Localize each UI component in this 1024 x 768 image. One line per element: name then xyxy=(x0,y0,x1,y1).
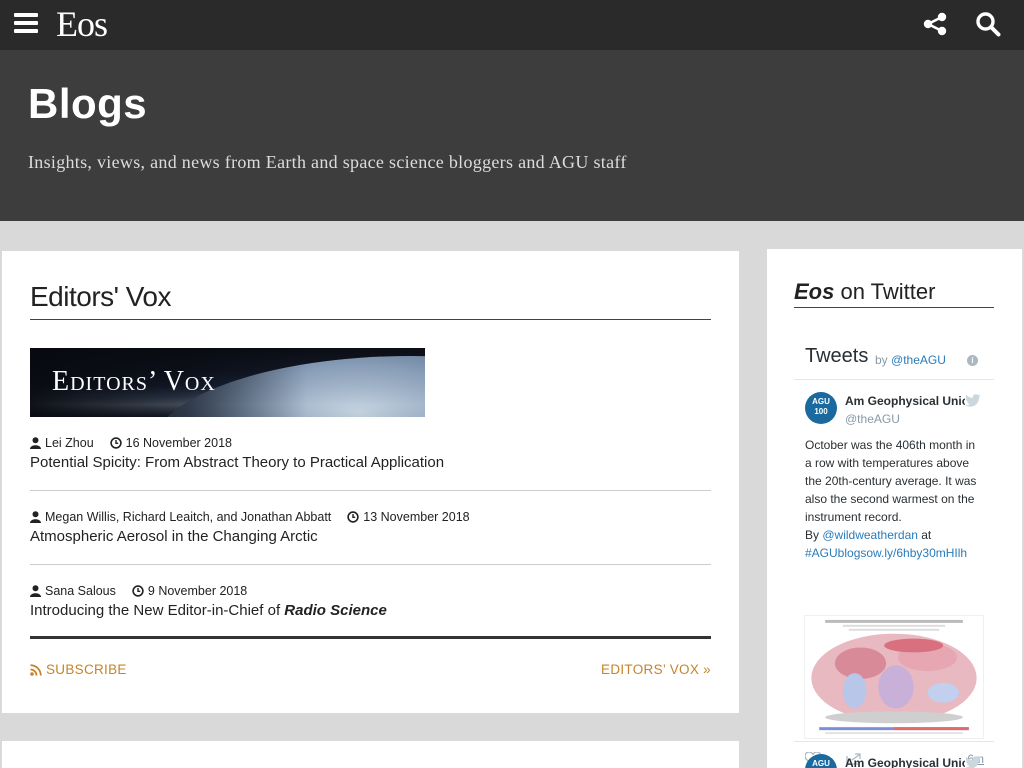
page-subtitle: Insights, views, and news from Earth and… xyxy=(28,152,627,172)
tweet-at-text: at xyxy=(917,528,932,542)
tweet-author-name[interactable]: Am Geophysical Union xyxy=(845,394,965,408)
temperature-anomaly-map-image[interactable] xyxy=(804,615,984,739)
post-item: Lei Zhou 16 November 2018 Potential Spic… xyxy=(30,434,711,471)
tweet: AGU 100 Am Geophysical Union xyxy=(794,742,994,768)
blog-title[interactable]: Editors' Vox xyxy=(30,281,171,313)
search-icon[interactable] xyxy=(975,11,1001,37)
post-author[interactable]: Lei Zhou xyxy=(45,436,94,450)
post-title[interactable]: Potential Spicity: From Abstract Theory … xyxy=(30,454,711,471)
info-icon[interactable]: i xyxy=(967,355,978,366)
avatar[interactable]: AGU 100 xyxy=(805,392,837,424)
tweet-by-text: By xyxy=(805,528,823,542)
blog-card: Editors' Vox Editors’ Vox Lei Zhou 16 No… xyxy=(2,251,739,713)
subscribe-link[interactable]: SUBSCRIBE xyxy=(30,662,127,677)
tweet: AGU 100 Am Geophysical Union @theAGU Oct… xyxy=(794,380,994,766)
page-title: Blogs xyxy=(28,80,148,127)
page-header: Blogs Insights, views, and news from Ear… xyxy=(0,50,1024,221)
post-author[interactable]: Megan Willis, Richard Leaitch, and Jonat… xyxy=(45,510,331,524)
post-date: 16 November 2018 xyxy=(125,436,232,450)
post-title[interactable]: Atmospheric Aerosol in the Changing Arct… xyxy=(30,528,711,545)
subscribe-label: SUBSCRIBE xyxy=(46,662,127,677)
post-title-emphasis: Radio Science xyxy=(284,602,387,619)
heading-rest: on Twitter xyxy=(834,279,936,304)
tweet-author-handle[interactable]: @theAGU xyxy=(845,412,900,426)
post-date: 13 November 2018 xyxy=(363,510,470,524)
tweet-mention-link[interactable]: @wildweatherdan xyxy=(822,528,918,542)
timeline-header: Tweets by @theAGU i xyxy=(794,337,994,380)
share-icon[interactable] xyxy=(922,12,948,36)
tweet-body-text: October was the 406th month in a row wit… xyxy=(805,438,977,524)
post-divider xyxy=(30,564,711,565)
banner-text: Editors’ Vox xyxy=(52,366,216,397)
user-icon xyxy=(30,511,41,523)
blog-banner[interactable]: Editors’ Vox xyxy=(30,348,425,417)
tweet-text: October was the 406th month in a row wit… xyxy=(805,436,985,562)
eos-logo[interactable]: Eos xyxy=(56,3,108,45)
clock-icon xyxy=(109,437,122,449)
heading-emphasis: Eos xyxy=(794,279,835,304)
top-navigation-bar: Eos xyxy=(0,0,1024,50)
post-divider xyxy=(30,490,711,491)
user-icon xyxy=(30,437,41,449)
timeline-handle-link[interactable]: @theAGU xyxy=(891,353,946,367)
twitter-bird-icon[interactable] xyxy=(964,756,982,768)
timeline-by: by @theAGU xyxy=(875,353,946,367)
hamburger-menu-icon[interactable] xyxy=(14,13,38,33)
post-title-text: Introducing the New Editor-in-Chief of xyxy=(30,602,285,619)
post-title[interactable]: Introducing the New Editor-in-Chief of R… xyxy=(30,602,711,619)
heading-divider xyxy=(794,307,994,308)
twitter-heading: Eos on Twitter xyxy=(794,279,935,305)
post-author[interactable]: Sana Salous xyxy=(45,584,116,598)
title-divider xyxy=(30,319,711,320)
editors-vox-more-link[interactable]: EDITORS’ VOX » xyxy=(601,662,711,677)
rss-icon xyxy=(30,663,42,676)
section-divider xyxy=(30,636,711,639)
twitter-timeline: Tweets by @theAGU i AGU 100 Am Geophysic… xyxy=(794,337,994,768)
timeline-title: Tweets xyxy=(805,345,869,367)
post-item: Megan Willis, Richard Leaitch, and Jonat… xyxy=(30,508,711,545)
clock-icon xyxy=(347,511,359,523)
tweet-author-name[interactable]: Am Geophysical Union xyxy=(845,756,965,768)
next-blog-card xyxy=(2,741,739,768)
tweet-hashtag-link[interactable]: #AGUblogsow.ly/6hby30mHIlh xyxy=(805,546,967,560)
clock-icon xyxy=(132,585,144,597)
twitter-sidebar: Eos on Twitter Tweets by @theAGU i AGU 1… xyxy=(767,249,1022,768)
post-item: Sana Salous 9 November 2018 Introducing … xyxy=(30,582,711,619)
twitter-bird-icon[interactable] xyxy=(964,394,982,408)
post-date: 9 November 2018 xyxy=(147,584,248,598)
user-icon xyxy=(30,585,41,597)
avatar[interactable]: AGU 100 xyxy=(805,754,837,768)
